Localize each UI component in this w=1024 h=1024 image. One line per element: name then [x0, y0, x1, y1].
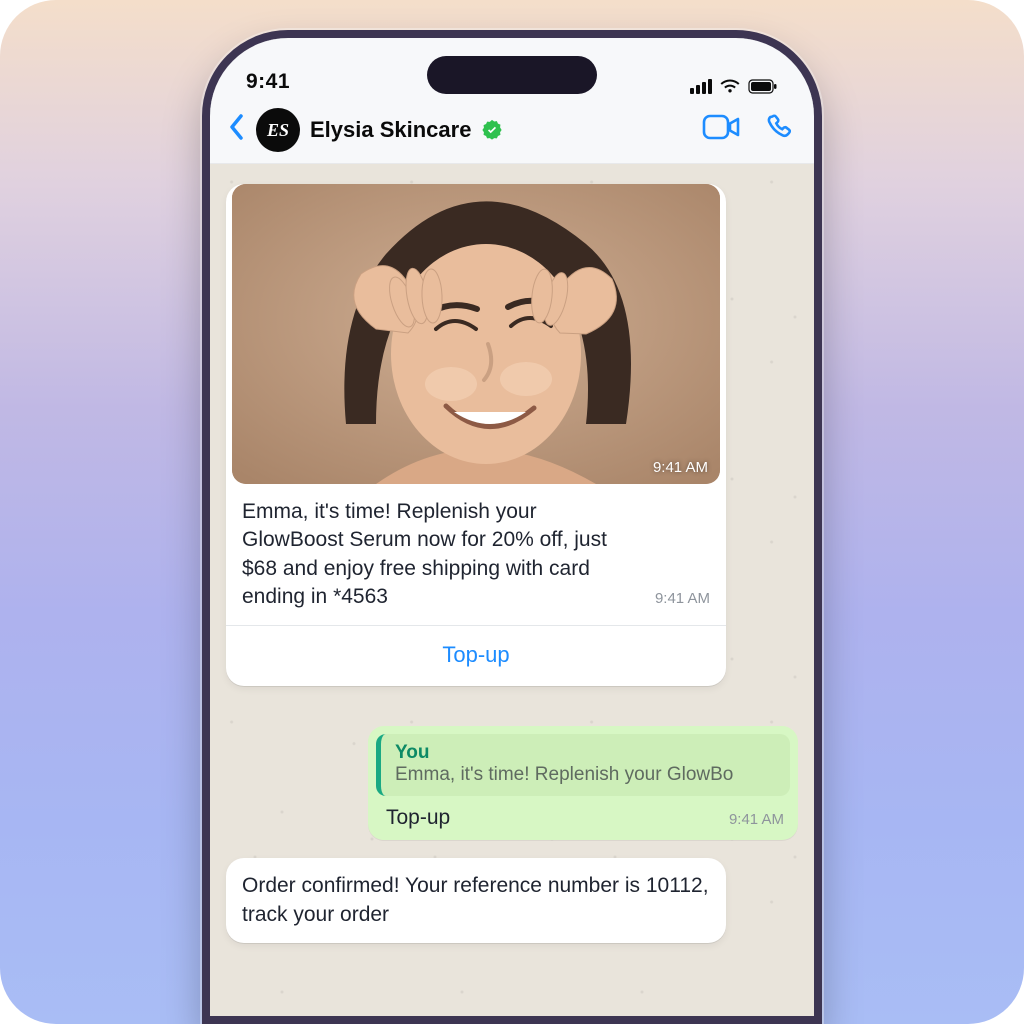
contact-name[interactable]: Elysia Skincare [310, 117, 471, 143]
contact-avatar[interactable]: ES [256, 108, 300, 152]
video-call-button[interactable] [702, 114, 740, 145]
dynamic-island [427, 56, 597, 94]
status-time: 9:41 [246, 70, 290, 94]
outgoing-message[interactable]: You Emma, it's time! Replenish your Glow… [368, 726, 798, 840]
outgoing-timestamp: 9:41 AM [729, 811, 784, 828]
chat-body[interactable]: 9:41 AM Emma, it's time! Replenish your … [210, 164, 814, 1016]
message-body: Order confirmed! Your reference number i… [242, 874, 709, 925]
incoming-message[interactable]: Order confirmed! Your reference number i… [226, 858, 726, 943]
incoming-message-card[interactable]: 9:41 AM Emma, it's time! Replenish your … [226, 184, 726, 686]
image-timestamp: 9:41 AM [653, 459, 708, 476]
avatar-initials: ES [267, 121, 289, 139]
message-image[interactable]: 9:41 AM [232, 184, 720, 484]
wifi-icon [720, 79, 740, 94]
app-showcase-card: 9:41 ES Elysia Skincare [0, 0, 1024, 1024]
quote-preview: Emma, it's time! Replenish your GlowBo [395, 764, 780, 786]
voice-call-button[interactable] [766, 112, 796, 147]
quote-author: You [395, 742, 780, 764]
verified-badge-icon [481, 119, 503, 141]
message-body: Emma, it's time! Replenish your GlowBoos… [242, 498, 641, 611]
outgoing-body: Top-up [386, 806, 715, 830]
back-button[interactable] [228, 112, 246, 147]
message-timestamp: 9:41 AM [655, 589, 710, 609]
phone-frame: 9:41 ES Elysia Skincare [202, 30, 822, 1024]
skincare-model-illustration [232, 184, 720, 484]
quoted-message[interactable]: You Emma, it's time! Replenish your Glow… [376, 734, 790, 796]
status-icons [690, 79, 778, 94]
topup-button[interactable]: Top-up [226, 625, 726, 686]
cellular-signal-icon [690, 79, 712, 94]
chat-header: ES Elysia Skincare [210, 96, 814, 164]
battery-icon [748, 79, 778, 94]
